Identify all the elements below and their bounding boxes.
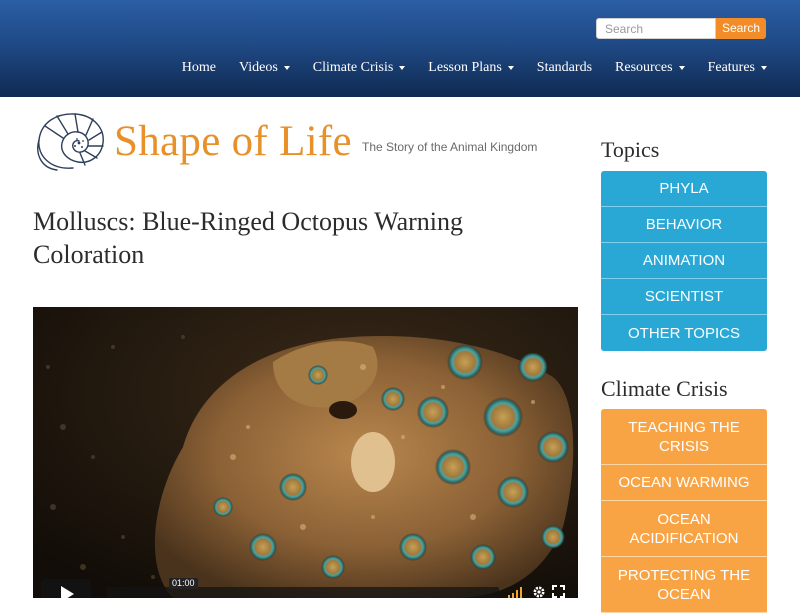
climate-teaching-the-crisis[interactable]: TEACHING THE CRISIS: [601, 409, 767, 465]
topics-list: PHYLA BEHAVIOR ANIMATION SCIENTIST OTHER…: [601, 171, 767, 351]
time-tooltip: 01:00: [169, 578, 198, 589]
fullscreen-icon[interactable]: [552, 585, 565, 598]
topic-behavior[interactable]: BEHAVIOR: [601, 207, 767, 243]
nav-features-label: Features: [707, 60, 755, 75]
video-progress-bar[interactable]: 01:00: [107, 578, 499, 598]
topic-scientist[interactable]: SCIENTIST: [601, 279, 767, 315]
topic-other-topics[interactable]: OTHER TOPICS: [601, 315, 767, 351]
climate-ocean-warming[interactable]: OCEAN WARMING: [601, 465, 767, 501]
nav-videos-label: Videos: [238, 60, 278, 75]
nav-resources-label: Resources: [615, 60, 673, 75]
nav-resources[interactable]: Resources: [615, 60, 685, 76]
play-icon: [61, 586, 74, 598]
page-title: Molluscs: Blue-Ringed Octopus Warning Co…: [33, 207, 464, 269]
climate-crisis-list: TEACHING THE CRISIS OCEAN WARMING OCEAN …: [601, 409, 767, 613]
nav-climate-crisis-label: Climate Crisis: [312, 60, 394, 75]
caret-down-icon: [507, 66, 514, 70]
nav-lesson-plans-label: Lesson Plans: [428, 60, 502, 75]
caret-down-icon: [761, 66, 767, 70]
nav-standards-label: Standards: [536, 60, 593, 75]
nautilus-shell-icon: [37, 113, 104, 171]
video-controls: 01:00: [33, 578, 578, 598]
site-header: Search Home Videos Climate Crisis Lesson…: [0, 0, 800, 97]
video-player[interactable]: 01:00: [33, 307, 578, 598]
nav-standards[interactable]: Standards: [537, 60, 592, 76]
logo-tagline: The Story of the Animal Kingdom: [362, 140, 538, 154]
search-input[interactable]: [596, 18, 716, 39]
nav-lesson-plans[interactable]: Lesson Plans: [428, 60, 514, 76]
climate-ocean-acidification[interactable]: OCEAN ACIDIFICATION: [601, 501, 767, 557]
topics-heading: Topics: [601, 137, 660, 162]
climate-crisis-heading: Climate Crisis: [601, 376, 728, 401]
caret-down-icon: [283, 66, 290, 70]
nav-home-label: Home: [181, 60, 216, 75]
nav-climate-crisis[interactable]: Climate Crisis: [313, 60, 406, 76]
nav-features[interactable]: Features: [708, 60, 767, 76]
nav-videos[interactable]: Videos: [239, 60, 290, 76]
volume-icon[interactable]: [507, 585, 525, 598]
logo-title: Shape of Life: [114, 118, 352, 165]
topic-phyla[interactable]: PHYLA: [601, 171, 767, 207]
play-button[interactable]: [41, 579, 91, 598]
video-frame-octopus: [33, 307, 578, 598]
nav-home[interactable]: Home: [182, 60, 216, 76]
site-logo[interactable]: Shape of Life The Story of the Animal Ki…: [33, 110, 537, 174]
main-nav: Home Videos Climate Crisis Lesson Plans …: [159, 58, 767, 78]
gear-icon[interactable]: [532, 585, 546, 598]
caret-down-icon: [399, 66, 406, 70]
topic-animation[interactable]: ANIMATION: [601, 243, 767, 279]
climate-protecting-the-ocean[interactable]: PROTECTING THE OCEAN: [601, 557, 767, 613]
search-button[interactable]: Search: [716, 18, 766, 39]
caret-down-icon: [678, 66, 685, 70]
